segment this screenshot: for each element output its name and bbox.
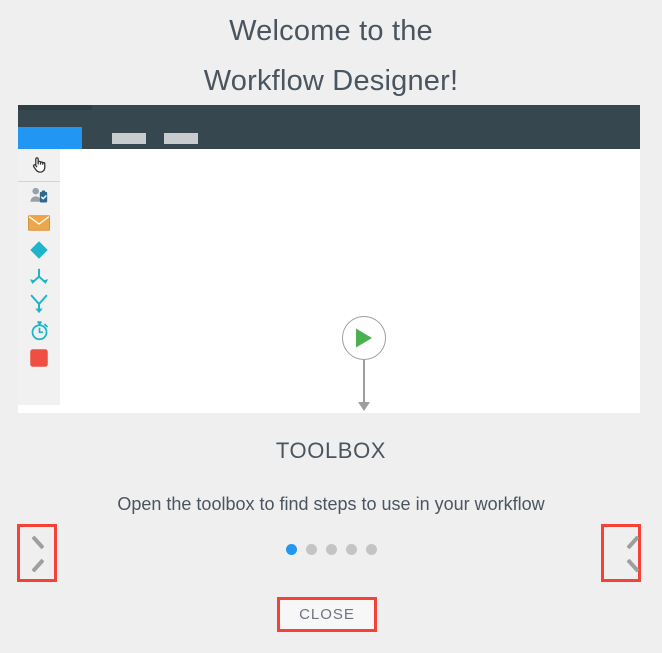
next-slide-button[interactable] — [601, 524, 641, 582]
pagination-dot-2[interactable] — [305, 544, 317, 555]
arrow-down-icon — [358, 402, 370, 411]
app-bar-placeholder-tab-1 — [112, 133, 146, 144]
workflow-start-node — [342, 316, 386, 360]
user-task-step — [18, 182, 60, 209]
caption-description: Open the toolbox to find steps to use in… — [117, 494, 545, 514]
chevron-left-icon — [30, 540, 44, 566]
stopwatch-icon — [29, 320, 50, 341]
hand-pointer-icon — [28, 154, 50, 176]
pagination-dot-3[interactable] — [325, 544, 337, 555]
app-bar-active-tab — [18, 127, 82, 149]
workflow-connector-line — [363, 360, 365, 406]
stop-square-icon — [29, 348, 49, 368]
illustration-toolbox-strip — [18, 149, 60, 405]
merge-step — [18, 263, 60, 290]
app-bar-top-strip — [18, 105, 92, 110]
previous-slide-button[interactable] — [17, 524, 57, 582]
workflow-designer-illustration — [18, 105, 640, 413]
user-task-icon — [29, 187, 49, 205]
diamond-decision-icon — [28, 239, 50, 261]
stop-step — [18, 344, 60, 371]
select-tool — [18, 149, 60, 182]
pagination-dot-5[interactable] — [365, 544, 377, 555]
chevron-right-icon — [614, 540, 628, 566]
page-title-line-2: Workflow Designer! — [203, 65, 459, 97]
illustration-app-bar — [18, 105, 640, 149]
page-title: Welcome to the Workflow Designer! — [0, 0, 662, 106]
close-button[interactable]: CLOSE — [277, 597, 377, 632]
caption-heading: TOOLBOX — [275, 438, 387, 463]
decision-step — [18, 236, 60, 263]
fork-step — [18, 290, 60, 317]
pagination-dots — [0, 544, 662, 555]
app-bar-placeholder-tab-2 — [164, 133, 198, 144]
timer-step — [18, 317, 60, 344]
email-step — [18, 209, 60, 236]
pagination-dot-4[interactable] — [345, 544, 357, 555]
merge-arrows-icon — [28, 267, 50, 287]
envelope-icon — [28, 214, 50, 231]
pagination-dot-1[interactable] — [285, 544, 297, 555]
fork-arrow-icon — [28, 293, 50, 315]
page-title-line-1: Welcome to the — [229, 15, 433, 47]
